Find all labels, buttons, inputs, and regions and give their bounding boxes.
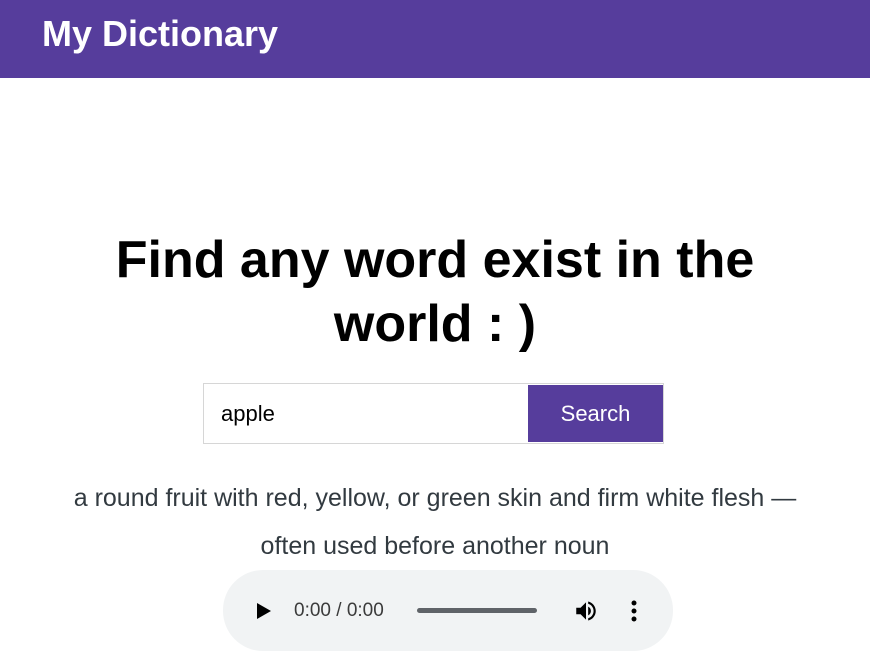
definition-line: a round fruit with red, yellow, or green… [73, 484, 797, 512]
navbar: My Dictionary [0, 0, 870, 78]
audio-player: 0:00 / 0:00 [223, 570, 673, 651]
search-input[interactable] [204, 384, 527, 443]
progress-slider[interactable] [417, 608, 537, 613]
definition-text: a round fruit with red, yellow, or green… [0, 474, 870, 574]
definition-line: often used before another noun [260, 532, 610, 560]
page-headline: Find any word exist in the world : ) [115, 231, 755, 353]
brand-title[interactable]: My Dictionary [42, 14, 278, 54]
search-form: Search [203, 383, 664, 444]
search-button[interactable]: Search [528, 385, 663, 442]
more-vert-icon[interactable] [623, 598, 645, 624]
play-icon[interactable] [256, 602, 272, 620]
time-display: 0:00 / 0:00 [294, 600, 384, 621]
volume-icon[interactable] [573, 598, 599, 624]
